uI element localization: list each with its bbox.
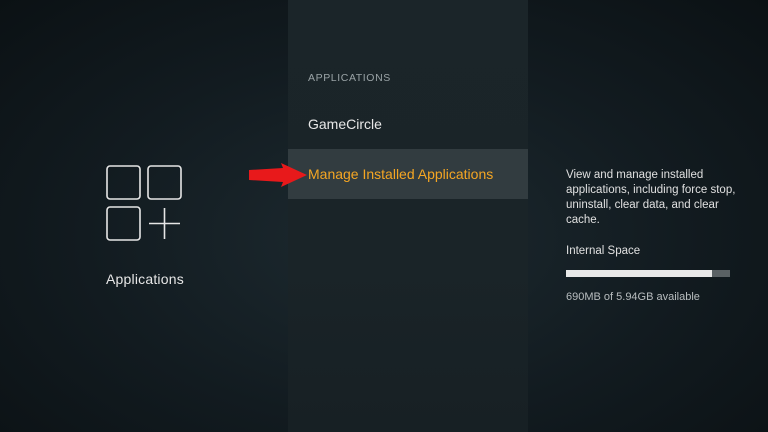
menu-panel: APPLICATIONS GameCircle Manage Installed… [288, 0, 528, 432]
red-arrow-annotation [249, 163, 307, 187]
category-panel: Applications [0, 0, 288, 432]
menu-item-gamecircle[interactable]: GameCircle [288, 99, 528, 149]
storage-title: Internal Space [566, 245, 641, 257]
details-panel: View and manage installed applications, … [528, 0, 768, 432]
storage-available-text: 690MB of 5.94GB available [566, 291, 700, 303]
category-title: Applications [106, 271, 184, 287]
settings-screen: Applications APPLICATIONS GameCircle Man… [0, 0, 768, 432]
menu-item-label: GameCircle [308, 116, 382, 132]
applications-grid-plus-icon [106, 165, 182, 241]
menu-item-label: Manage Installed Applications [308, 166, 494, 182]
storage-bar-fill [566, 270, 712, 277]
menu-item-manage-installed-applications[interactable]: Manage Installed Applications [288, 149, 528, 199]
storage-bar [566, 270, 730, 277]
section-header: APPLICATIONS [308, 72, 391, 84]
item-description: View and manage installed applications, … [566, 169, 736, 226]
